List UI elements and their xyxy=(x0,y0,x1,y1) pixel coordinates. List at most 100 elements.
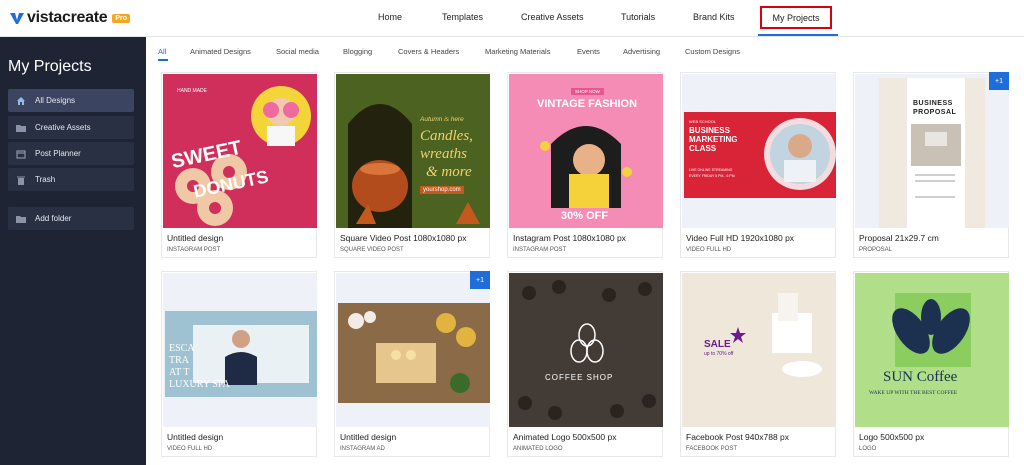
design-type: FACEBOOK POST xyxy=(686,446,738,452)
design-card[interactable]: HAND MADE SWEET DONUTS Untitled design I… xyxy=(161,72,317,258)
design-card[interactable]: Autumn is here Candles, wreaths & more y… xyxy=(334,72,490,258)
design-type: ANIMATED LOGO xyxy=(513,446,563,452)
coffee-beans-artwork xyxy=(509,273,663,427)
nav-tutorials[interactable]: Tutorials xyxy=(621,12,655,22)
thumb-text-line: EVERY FRIDAY 5 PM - 6 PM xyxy=(689,174,735,178)
filter-covers-headers[interactable]: Covers & Headers xyxy=(398,47,459,56)
design-title[interactable]: Untitled design xyxy=(340,432,396,442)
thumb-text-line: BUSINESS xyxy=(913,100,953,107)
thumb-text-line: 30% OFF xyxy=(561,210,609,222)
thumb-text-line: TRA xyxy=(169,355,189,366)
top-navigation-bar: vistacreate Pro Home Templates Creative … xyxy=(0,0,1024,37)
design-card[interactable]: BUSINESS PROPOSAL +1 Proposal 21x29.7 cm… xyxy=(853,72,1009,258)
nav-brand-kits[interactable]: Brand Kits xyxy=(693,12,735,22)
thumb-text-line: VINTAGE FASHION xyxy=(537,98,638,110)
design-type: INSTAGRAM POST xyxy=(167,247,221,253)
thumb-url: yourshop.com xyxy=(420,186,464,194)
logo-mark-icon xyxy=(10,13,24,24)
design-card[interactable]: +1 Untitled design INSTAGRAM AD xyxy=(334,271,490,457)
brand-name: vistacreate xyxy=(27,9,108,26)
design-title[interactable]: Untitled design xyxy=(167,233,223,243)
design-thumbnail: BUSINESS PROPOSAL xyxy=(855,74,1009,228)
nav-active-underline xyxy=(758,34,838,36)
design-thumbnail: COFFEE SHOP xyxy=(509,273,663,427)
thumb-text-line: & more xyxy=(426,164,472,180)
design-type: VIDEO FULL HD xyxy=(167,446,213,452)
filter-events[interactable]: Events xyxy=(577,47,600,56)
design-type: PROPOSAL xyxy=(859,247,893,253)
filter-active-underline xyxy=(158,59,168,61)
add-folder-icon xyxy=(16,214,26,224)
design-title[interactable]: Facebook Post 940x788 px xyxy=(686,432,789,442)
folder-icon xyxy=(16,123,26,133)
design-thumbnail: ESCA TRA AT T LUXURY SPA xyxy=(163,273,317,427)
design-title[interactable]: Animated Logo 500x500 px xyxy=(513,432,617,442)
extra-pages-badge: +1 xyxy=(989,72,1009,90)
design-card[interactable]: SALE up to 70% off Facebook Post 940x788… xyxy=(680,271,836,457)
sun-coffee-artwork xyxy=(855,273,1009,427)
thumb-text-line: MARKETING xyxy=(689,135,738,144)
filter-social-media[interactable]: Social media xyxy=(276,47,319,56)
nav-creative-assets[interactable]: Creative Assets xyxy=(521,12,584,22)
nav-templates[interactable]: Templates xyxy=(442,12,483,22)
extra-pages-badge: +1 xyxy=(470,271,490,289)
nav-my-projects-label: My Projects xyxy=(772,12,820,23)
pro-badge: Pro xyxy=(112,13,130,23)
filter-marketing-materials[interactable]: Marketing Materials xyxy=(485,47,550,56)
sale-artwork xyxy=(682,273,836,427)
design-type: INSTAGRAM POST xyxy=(513,247,567,253)
design-card[interactable]: WEB SCHOOL BUSINESS MARKETING CLASS LIVE… xyxy=(680,72,836,258)
design-title[interactable]: Instagram Post 1080x1080 px xyxy=(513,233,626,243)
filter-advertising[interactable]: Advertising xyxy=(623,47,660,56)
design-card[interactable]: SUN Coffee WAKE UP WITH THE BEST COFFEE … xyxy=(853,271,1009,457)
sidebar-item-label: Trash xyxy=(35,175,56,184)
thumb-text-line: wreaths xyxy=(420,146,467,162)
thumb-text-small: HAND MADE xyxy=(177,88,208,94)
sidebar-item-post-planner[interactable]: Post Planner xyxy=(8,142,134,165)
design-card[interactable]: ESCA TRA AT T LUXURY SPA Untitled design… xyxy=(161,271,317,457)
filter-all[interactable]: All xyxy=(158,47,166,56)
design-title[interactable]: Video Full HD 1920x1080 px xyxy=(686,233,794,243)
calendar-icon xyxy=(16,149,26,159)
thumb-text-line: BUSINESS xyxy=(689,126,730,135)
design-title[interactable]: Untitled design xyxy=(167,432,223,442)
sidebar-title: My Projects xyxy=(8,58,92,75)
design-thumbnail: SHOP NOW VINTAGE FASHION 30% OFF xyxy=(509,74,663,228)
add-folder-button[interactable]: Add folder xyxy=(8,207,134,230)
thumb-text-line: Autumn is here xyxy=(420,116,464,123)
proposal-artwork xyxy=(879,78,985,228)
design-title[interactable]: Square Video Post 1080x1080 px xyxy=(340,233,467,243)
thumb-text-line: AT T xyxy=(169,367,190,378)
thumb-text-line: COFFEE SHOP xyxy=(545,373,614,382)
sidebar-item-label: Add folder xyxy=(35,214,72,223)
filter-custom-designs[interactable]: Custom Designs xyxy=(685,47,740,56)
filter-animated-designs[interactable]: Animated Designs xyxy=(190,47,251,56)
vistacreate-logo[interactable]: vistacreate Pro xyxy=(10,9,130,27)
sidebar-item-trash[interactable]: Trash xyxy=(8,168,134,191)
thumb-text-line: SUN Coffee xyxy=(883,369,958,385)
design-title[interactable]: Logo 500x500 px xyxy=(859,432,924,442)
design-thumbnail: Autumn is here Candles, wreaths & more y… xyxy=(336,74,490,228)
design-thumbnail xyxy=(336,273,490,427)
design-type: INSTAGRAM AD xyxy=(340,446,385,452)
design-type: VIDEO FULL HD xyxy=(686,247,732,253)
thumb-text-line: CLASS xyxy=(689,144,717,153)
category-filter-bar: All Animated Designs Social media Bloggi… xyxy=(146,37,1024,67)
filter-blogging[interactable]: Blogging xyxy=(343,47,372,56)
thumb-text-line: up to 70% off xyxy=(704,351,734,357)
thumb-text-line: Candles, xyxy=(420,128,473,144)
sidebar: My Projects All Designs Creative Assets … xyxy=(0,37,146,465)
nav-my-projects[interactable]: My Projects xyxy=(760,6,832,29)
nav-home[interactable]: Home xyxy=(378,12,402,22)
thumb-text-line: WEB SCHOOL xyxy=(689,119,717,124)
trash-icon xyxy=(16,175,26,185)
thumb-tag: SHOP NOW xyxy=(571,88,604,95)
sidebar-item-label: Creative Assets xyxy=(35,123,91,132)
sidebar-item-all-designs[interactable]: All Designs xyxy=(8,89,134,112)
design-card[interactable]: SHOP NOW VINTAGE FASHION 30% OFF Instagr… xyxy=(507,72,663,258)
design-thumbnail: HAND MADE SWEET DONUTS xyxy=(163,74,317,228)
design-title[interactable]: Proposal 21x29.7 cm xyxy=(859,233,939,243)
thumb-text-line: PROPOSAL xyxy=(913,109,957,116)
design-card[interactable]: COFFEE SHOP Animated Logo 500x500 px ANI… xyxy=(507,271,663,457)
sidebar-item-creative-assets[interactable]: Creative Assets xyxy=(8,116,134,139)
